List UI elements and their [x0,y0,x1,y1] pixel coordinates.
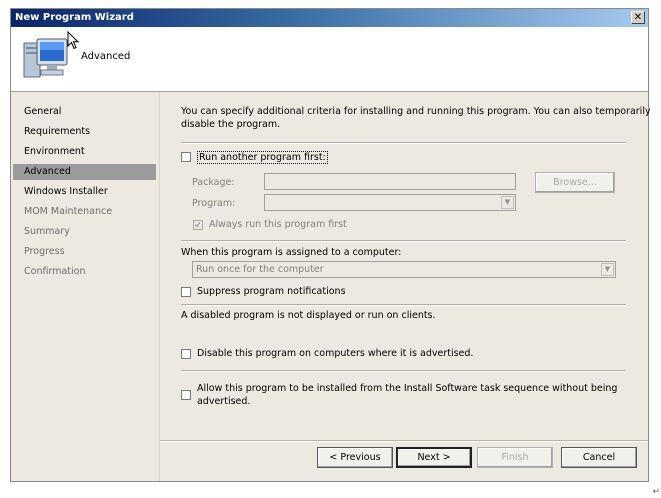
disabled-note: A disabled program is not displayed or r… [181,310,436,321]
chevron-down-icon[interactable]: ▼ [601,263,614,276]
always-run-checkbox[interactable] [193,220,203,230]
cancel-button[interactable]: Cancel [561,447,637,468]
previous-button[interactable]: < Previous [317,447,393,468]
sidebar-item-general[interactable]: General [13,104,156,120]
return-glyph-icon: ↵ [652,487,660,497]
allow-install-checkbox[interactable] [181,390,191,400]
mouse-cursor-icon [67,31,80,50]
advanced-page: You can specify additional criteria for … [160,92,651,438]
close-icon: ✕ [633,12,643,23]
assigned-label: When this program is assigned to a compu… [181,247,402,258]
sidebar-item-requirements[interactable]: Requirements [13,124,156,140]
intro-text-line1: You can specify additional criteria for … [181,106,651,117]
browse-button[interactable]: Browse... [535,172,615,193]
intro-text-line2: disable the program. [181,119,281,130]
sidebar-item-environment[interactable]: Environment [13,144,156,160]
wizard-content: You can specify additional criteria for … [159,92,651,481]
run-another-program-label[interactable]: Run another program first: [197,151,328,164]
disable-program-checkbox[interactable] [181,349,191,359]
divider [181,142,626,144]
program-combo[interactable]: ▼ [264,194,516,211]
sidebar-item-windows-installer[interactable]: Windows Installer [13,184,156,200]
program-label: Program: [192,198,236,209]
check-icon [194,222,201,228]
title-bar[interactable]: New Program Wizard ✕ [11,9,648,27]
package-label: Package: [192,177,235,188]
allow-install-label-line2[interactable]: advertised. [197,396,250,407]
close-button[interactable]: ✕ [631,11,645,24]
sidebar-item-summary: Summary [24,226,70,237]
assigned-combo-value: Run once for the computer [196,264,324,275]
computer-icon [23,38,68,78]
finish-button[interactable]: Finish [477,447,553,468]
divider [181,240,626,242]
disable-program-label[interactable]: Disable this program on computers where … [197,348,473,359]
suppress-notifications-label[interactable]: Suppress program notifications [197,286,346,297]
assigned-combo[interactable]: Run once for the computer ▼ [192,261,616,278]
sidebar-item-confirmation: Confirmation [24,266,86,277]
chevron-down-icon[interactable]: ▼ [501,196,514,209]
wizard-window: New Program Wizard ✕ Advanced General Re… [10,8,651,482]
step-title: Advanced [81,51,131,62]
allow-install-label-line1[interactable]: Allow this program to be installed from … [197,383,617,394]
package-input[interactable] [264,173,516,190]
sidebar-item-advanced[interactable]: Advanced [13,164,156,180]
footer-divider [160,440,648,442]
sidebar-item-progress: Progress [24,246,65,257]
suppress-notifications-checkbox[interactable] [181,287,191,297]
sidebar-item-mom-maintenance: MOM Maintenance [24,206,113,217]
next-button[interactable]: Next > [396,447,472,468]
wizard-header: Advanced [11,27,648,92]
window-title: New Program Wizard [15,12,134,23]
wizard-steps-sidebar: General Requirements Environment Advance… [11,92,158,481]
run-another-program-checkbox[interactable] [181,152,191,162]
divider [181,370,626,372]
divider [181,304,626,306]
always-run-label: Always run this program first [209,219,347,230]
